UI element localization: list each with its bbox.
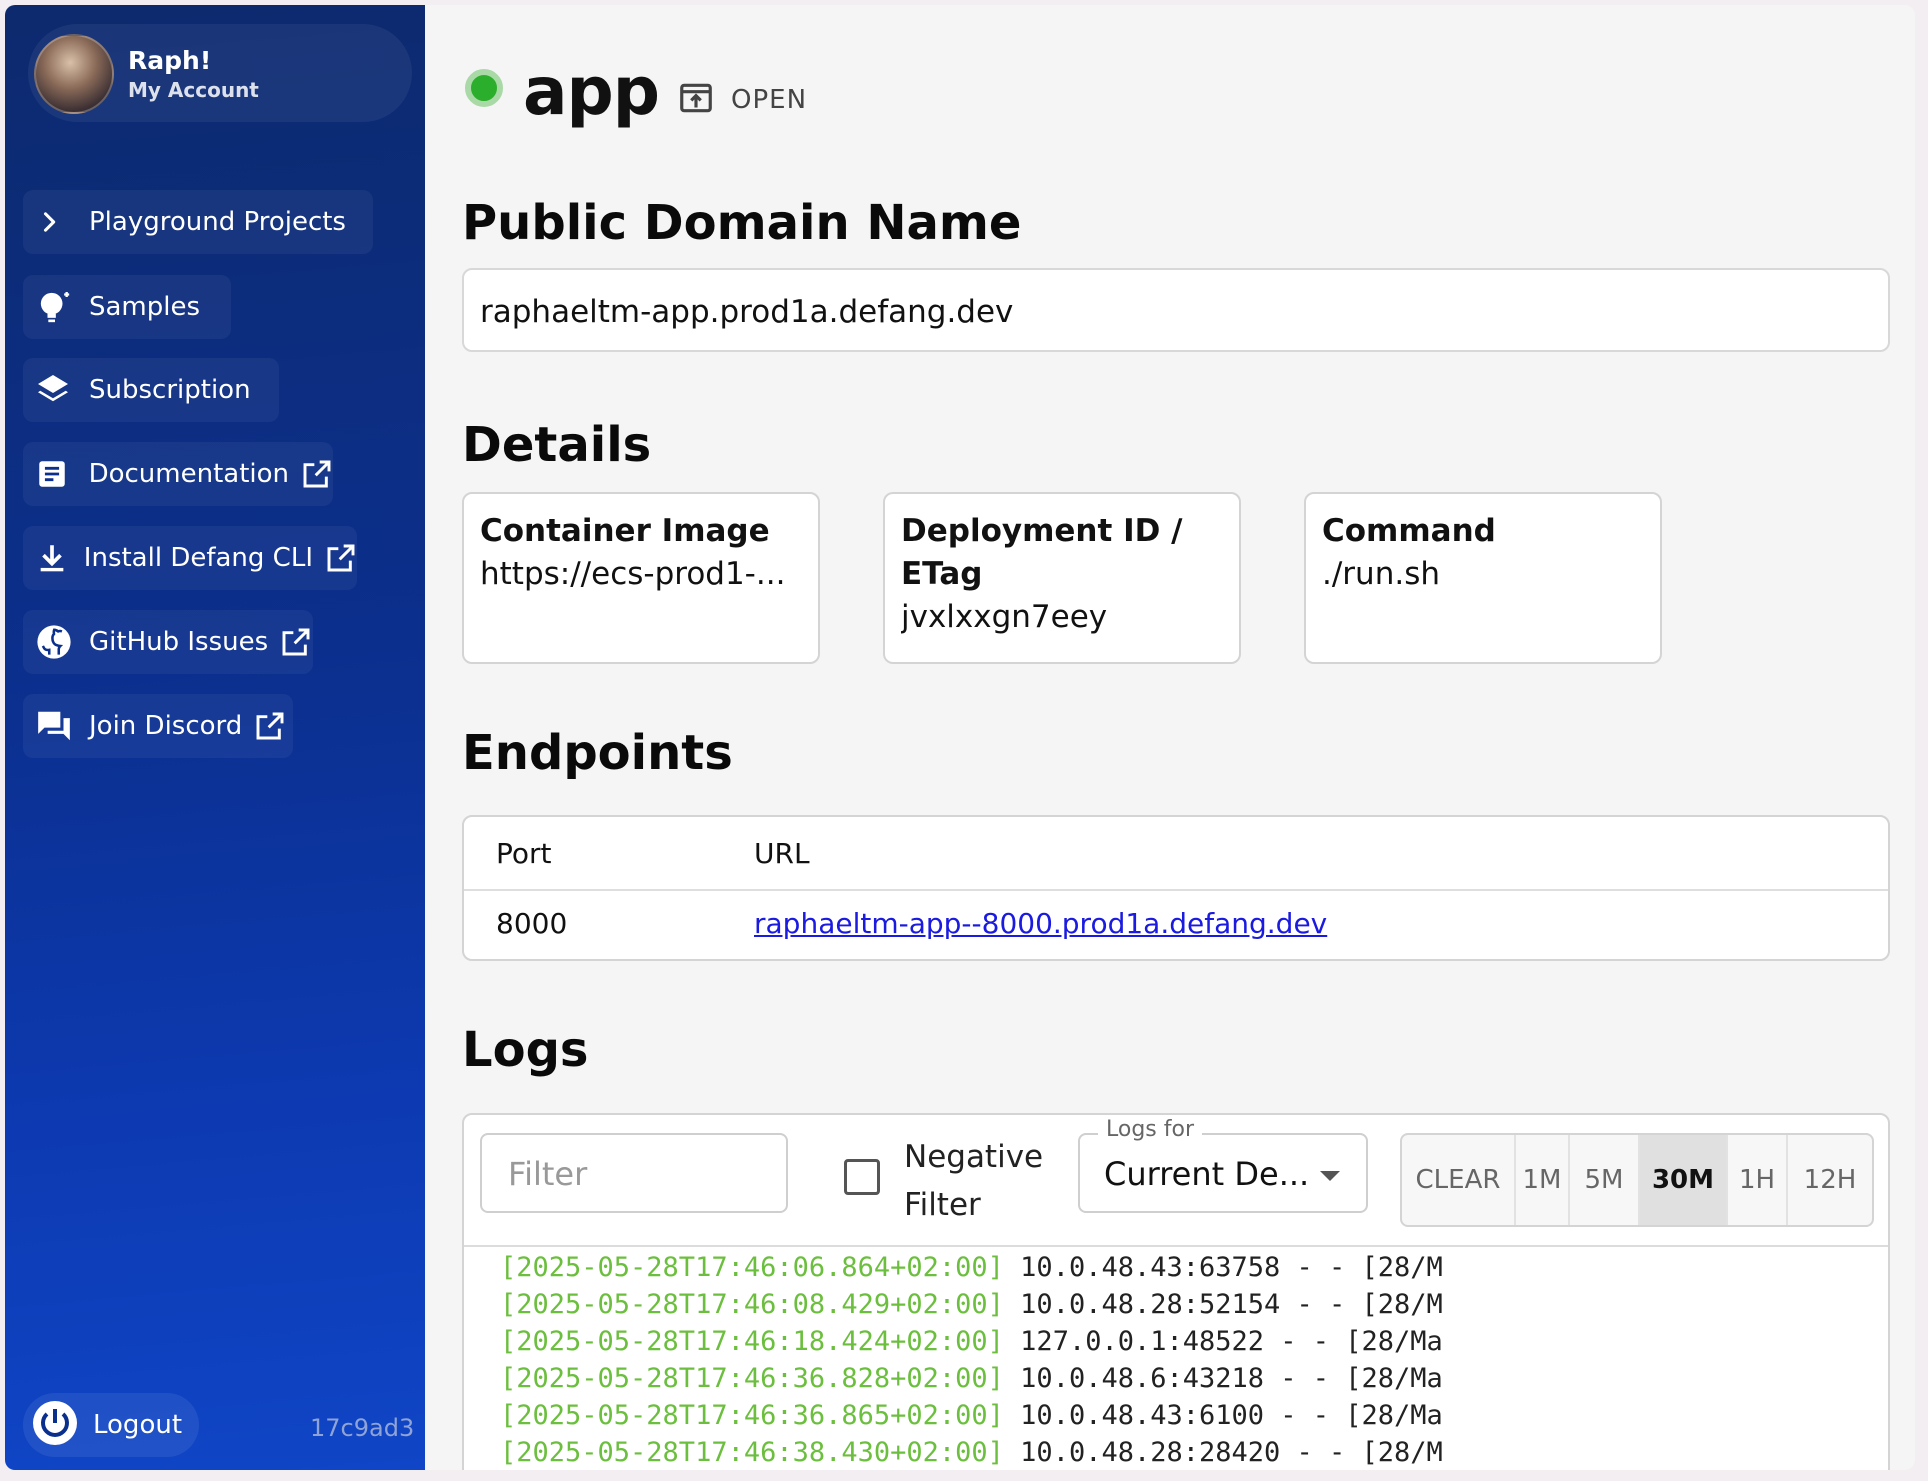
open-label: OPEN [731, 85, 808, 115]
public-domain-heading: Public Domain Name [462, 195, 1022, 251]
card-value: https://ecs-prod1-... [480, 556, 786, 592]
sidebar-item-playground-projects[interactable]: Playground Projects [23, 190, 373, 254]
log-message: 127.0.0.1:48522 - - [28/Ma [1003, 1326, 1443, 1357]
avatar [34, 34, 114, 114]
log-timestamp: [2025-05-28T17:46:38.430+02:00] [500, 1437, 1004, 1468]
account-subtitle: My Account [128, 78, 259, 102]
status-indicator [465, 69, 503, 107]
time-range-group: CLEAR 1M 5M 30M 1H 12H [1400, 1133, 1874, 1227]
sidebar-item-label: Documentation [88, 459, 289, 489]
range-button-clear[interactable]: CLEAR [1402, 1135, 1516, 1225]
endpoints-table: Port URL 8000 raphaeltm-app--8000.prod1a… [462, 815, 1890, 961]
details-heading: Details [462, 417, 652, 473]
log-output[interactable]: [2025-05-28T17:46:06.864+02:00] 10.0.48.… [464, 1245, 1888, 1470]
logout-label: Logout [93, 1410, 183, 1440]
sidebar-item-samples[interactable]: Samples [23, 275, 231, 339]
table-header: Port URL [464, 817, 1888, 891]
chat-icon [33, 706, 89, 746]
log-timestamp: [2025-05-28T17:46:36.828+02:00] [500, 1363, 1004, 1394]
log-timestamp: [2025-05-28T17:46:06.864+02:00] [500, 1252, 1004, 1283]
range-button-5m[interactable]: 5M [1570, 1135, 1640, 1225]
endpoint-url-link[interactable]: raphaeltm-app--8000.prod1a.defang.dev [754, 907, 1327, 940]
app-window: Raph! My Account Playground Projects Sam… [5, 5, 1915, 1470]
command-card: Command ./run.sh [1304, 492, 1662, 664]
document-icon [33, 454, 89, 494]
external-link-icon [325, 542, 357, 574]
card-title: Container Image [480, 513, 770, 549]
negative-filter-label-line: Filter [904, 1187, 981, 1223]
logs-for-label: Logs for [1098, 1117, 1202, 1142]
logout-button[interactable]: Logout [23, 1393, 199, 1457]
logs-panel: Filter Negative Filter Logs for Current … [462, 1113, 1890, 1470]
logs-heading: Logs [462, 1022, 589, 1078]
external-link-icon [280, 626, 312, 658]
sidebar-item-subscription[interactable]: Subscription [23, 358, 279, 422]
external-link-icon [301, 458, 333, 490]
log-line: [2025-05-28T17:46:38.430+02:00] 10.0.48.… [464, 1434, 1888, 1470]
sidebar-item-join-discord[interactable]: Join Discord [23, 694, 293, 758]
logs-for-value: Current De... [1104, 1155, 1310, 1193]
log-timestamp: [2025-05-28T17:46:18.424+02:00] [500, 1326, 1004, 1357]
layers-icon [33, 370, 89, 410]
power-icon [31, 1399, 79, 1451]
negative-filter-label: Negative Filter [904, 1133, 1043, 1229]
account-menu[interactable]: Raph! My Account [28, 24, 412, 122]
open-in-new-icon [677, 79, 715, 121]
sidebar: Raph! My Account Playground Projects Sam… [5, 5, 425, 1470]
sidebar-item-label: Join Discord [89, 711, 243, 741]
log-timestamp: [2025-05-28T17:46:08.429+02:00] [500, 1289, 1004, 1320]
download-icon [33, 538, 84, 578]
log-message: 10.0.48.43:6100 - - [28/Ma [1003, 1400, 1443, 1431]
caret-down-icon [1320, 1171, 1340, 1181]
log-line: [2025-05-28T17:46:08.429+02:00] 10.0.48.… [464, 1286, 1888, 1323]
log-line: [2025-05-28T17:46:06.864+02:00] 10.0.48.… [464, 1249, 1888, 1286]
service-detail: app OPEN Public Domain Name raphaeltm-ap… [425, 5, 1915, 1470]
chevron-right-icon [33, 202, 89, 242]
github-icon [33, 622, 89, 662]
log-timestamp: [2025-05-28T17:46:36.865+02:00] [500, 1400, 1004, 1431]
range-button-12h[interactable]: 12H [1788, 1135, 1872, 1225]
column-header-url: URL [754, 837, 810, 870]
sidebar-item-documentation[interactable]: Documentation [23, 442, 333, 506]
log-message: 10.0.48.43:63758 - - [28/M [1003, 1252, 1443, 1283]
range-button-1m[interactable]: 1M [1516, 1135, 1570, 1225]
range-button-1h[interactable]: 1H [1728, 1135, 1788, 1225]
sidebar-item-label: Install Defang CLI [83, 543, 313, 573]
negative-filter-checkbox[interactable] [844, 1159, 880, 1195]
public-domain-field[interactable]: raphaeltm-app.prod1a.defang.dev [462, 268, 1890, 352]
card-value: jvxlxxgn7eey [901, 599, 1108, 635]
sidebar-item-label: GitHub Issues [89, 627, 269, 657]
log-line: [2025-05-28T17:46:18.424+02:00] 127.0.0.… [464, 1323, 1888, 1360]
external-link-icon [254, 710, 286, 742]
open-button[interactable]: OPEN [677, 79, 807, 121]
range-button-30m[interactable]: 30M [1640, 1135, 1728, 1225]
card-title: Deployment ID / [901, 513, 1183, 549]
deployment-id-card: Deployment ID / ETag jvxlxxgn7eey [883, 492, 1241, 664]
log-message: 10.0.48.6:43218 - - [28/Ma [1003, 1363, 1443, 1394]
sidebar-item-github-issues[interactable]: GitHub Issues [23, 610, 313, 674]
endpoints-heading: Endpoints [462, 725, 733, 781]
logs-for-select[interactable]: Logs for Current De... [1078, 1117, 1368, 1213]
negative-filter-label-line: Negative [904, 1139, 1044, 1175]
card-title: ETag [901, 556, 983, 592]
log-line: [2025-05-28T17:46:36.865+02:00] 10.0.48.… [464, 1397, 1888, 1434]
lightbulb-icon [33, 287, 89, 327]
version-text: 17c9ad3 [310, 1414, 415, 1442]
container-image-card: Container Image https://ecs-prod1-... [462, 492, 820, 664]
page-title: app [523, 53, 660, 130]
log-message: 10.0.48.28:52154 - - [28/M [1003, 1289, 1443, 1320]
log-line: [2025-05-28T17:46:36.828+02:00] 10.0.48.… [464, 1360, 1888, 1397]
log-filter-input[interactable]: Filter [480, 1133, 788, 1213]
card-value: ./run.sh [1322, 556, 1440, 592]
sidebar-item-install-defang-cli[interactable]: Install Defang CLI [23, 526, 357, 590]
column-header-port: Port [496, 837, 552, 870]
log-message: 10.0.48.28:28420 - - [28/M [1003, 1437, 1443, 1468]
card-title: Command [1322, 513, 1496, 549]
sidebar-item-label: Playground Projects [89, 207, 346, 237]
sidebar-item-label: Samples [89, 292, 201, 322]
endpoint-port: 8000 [496, 907, 568, 940]
sidebar-item-label: Subscription [89, 375, 251, 405]
account-name: Raph! [128, 46, 212, 75]
